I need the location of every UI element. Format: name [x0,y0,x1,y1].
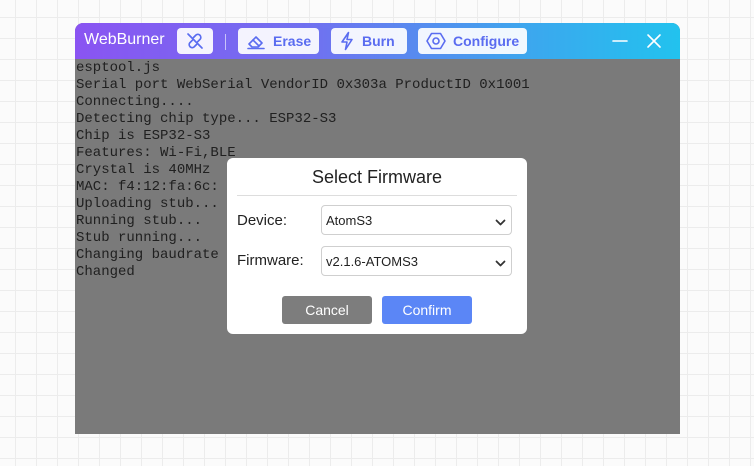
hexagon-gear-icon [426,31,446,51]
chevron-down-icon [495,215,506,226]
console-line: Crystal is 40MHz [76,162,211,178]
console-line: Changing baudrate [76,247,219,263]
chevron-down-icon [495,256,506,267]
confirm-button[interactable]: Confirm [382,296,472,324]
console-line: Detecting chip type... ESP32-S3 [76,111,337,127]
console-line: esptool.js [76,60,161,76]
device-select[interactable]: AtomS3 [321,205,512,235]
minimize-button[interactable] [610,31,630,51]
cancel-button[interactable]: Cancel [282,296,372,324]
connect-button[interactable] [177,28,213,54]
configure-button[interactable]: Configure [418,28,527,54]
link-off-icon [185,31,205,51]
eraser-icon [246,32,266,50]
toolbar-divider [225,34,226,50]
device-label: Device: [237,212,288,229]
console-line: Changed [76,264,135,280]
console-line: Connecting.... [76,94,194,110]
close-icon [644,34,664,55]
device-select-value: AtomS3 [326,213,373,228]
console-line: Stub running... [76,230,203,246]
close-button[interactable] [644,31,664,51]
firmware-label: Firmware: [237,252,304,269]
console-line: Running stub... [76,213,203,229]
burn-button-label: Burn [362,33,395,49]
console-line: MAC: f4:12:fa:6c: [76,179,219,195]
console-line: Features: Wi-Fi,BLE [76,145,236,161]
minimize-icon [610,38,630,55]
console-line: Serial port WebSerial VendorID 0x303a Pr… [76,77,530,93]
configure-button-label: Configure [453,33,520,49]
dialog-title: Select Firmware [311,167,443,187]
console-line: Chip is ESP32-S3 [76,128,211,144]
title-bar: WebBurner Erase Burn Configure [75,23,680,59]
select-firmware-dialog: Select Firmware Device: AtomS3 Firmware:… [227,158,527,334]
console-line: Uploading stub... [76,196,219,212]
lightning-icon [339,31,355,51]
firmware-select[interactable]: v2.1.6-ATOMS3 [321,246,512,276]
dialog-divider [237,195,517,196]
app-title: WebBurner [84,31,165,48]
erase-button-label: Erase [273,33,312,49]
erase-button[interactable]: Erase [238,28,319,54]
firmware-select-value: v2.1.6-ATOMS3 [326,254,418,269]
burn-button[interactable]: Burn [331,28,407,54]
